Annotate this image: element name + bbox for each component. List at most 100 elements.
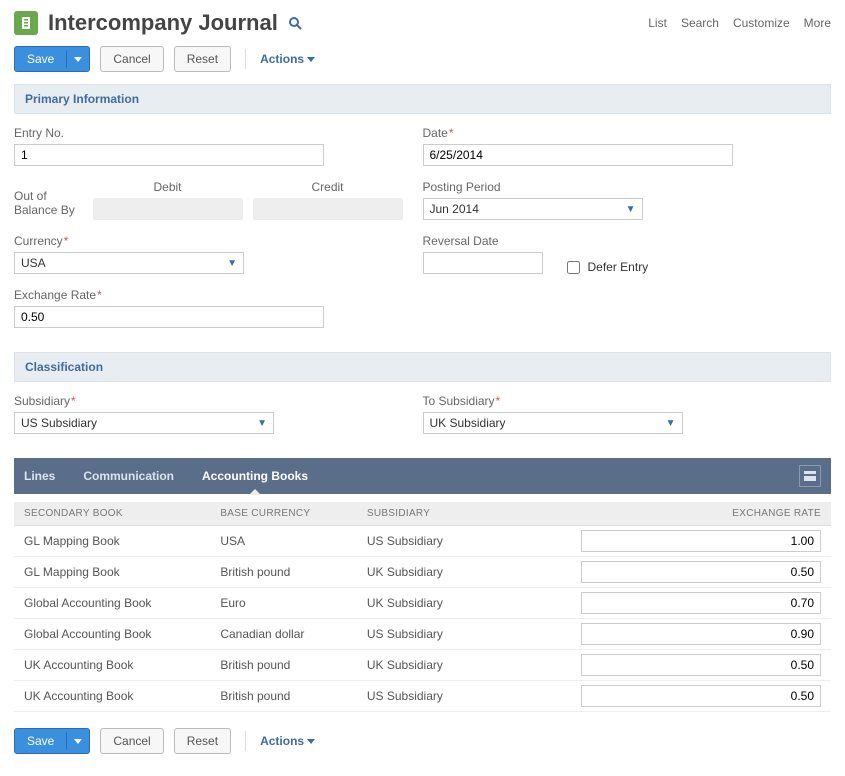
exchange-rate-cell-input[interactable]	[581, 530, 821, 552]
subsidiary-value: US Subsidiary	[21, 416, 97, 430]
cell-currency: British pound	[210, 557, 357, 588]
defer-entry-label: Defer Entry	[588, 260, 649, 274]
reset-button-bottom[interactable]: Reset	[174, 728, 231, 754]
table-row: Global Accounting BookEuroUK Subsidiary	[14, 588, 831, 619]
cell-book: Global Accounting Book	[14, 619, 210, 650]
toolbar-top: Save Cancel Reset Actions	[14, 46, 831, 72]
tab-communication[interactable]: Communication	[83, 458, 174, 494]
date-input[interactable]	[423, 144, 733, 166]
required-star: *	[71, 394, 76, 408]
reset-button[interactable]: Reset	[174, 46, 231, 72]
col-exchange-rate: EXCHANGE RATE	[485, 502, 831, 526]
cell-subsidiary: US Subsidiary	[357, 526, 485, 557]
chevron-down-icon: ▼	[257, 418, 267, 429]
header-links: List Search Customize More	[648, 16, 831, 30]
exchange-rate-label: Exchange Rate	[14, 288, 96, 302]
tab-lines[interactable]: Lines	[24, 458, 55, 494]
save-dropdown-icon[interactable]	[66, 732, 89, 750]
cell-book: UK Accounting Book	[14, 650, 210, 681]
cell-book: GL Mapping Book	[14, 526, 210, 557]
entry-no-input[interactable]	[14, 144, 324, 166]
defer-entry-checkbox[interactable]	[567, 261, 580, 274]
header-link-search[interactable]: Search	[681, 16, 719, 30]
subsidiary-label: Subsidiary	[14, 394, 70, 408]
to-subsidiary-select[interactable]: UK Subsidiary ▼	[423, 412, 683, 434]
cell-subsidiary: US Subsidiary	[357, 681, 485, 712]
chevron-down-icon	[307, 55, 315, 63]
reversal-date-label: Reversal Date	[423, 234, 543, 248]
reversal-date-input[interactable]	[423, 252, 543, 274]
header-link-list[interactable]: List	[648, 16, 667, 30]
page-title: Intercompany Journal	[48, 10, 278, 36]
debit-value	[93, 198, 243, 220]
cancel-button-bottom[interactable]: Cancel	[100, 728, 163, 754]
cancel-button[interactable]: Cancel	[100, 46, 163, 72]
save-button-label: Save	[15, 47, 66, 71]
cell-subsidiary: UK Subsidiary	[357, 650, 485, 681]
table-row: GL Mapping BookBritish poundUK Subsidiar…	[14, 557, 831, 588]
cell-subsidiary: US Subsidiary	[357, 619, 485, 650]
credit-value	[253, 198, 403, 220]
section-classification: Classification	[14, 352, 831, 382]
cell-book: Global Accounting Book	[14, 588, 210, 619]
to-subsidiary-value: UK Subsidiary	[430, 416, 506, 430]
cell-currency: Euro	[210, 588, 357, 619]
cell-currency: USA	[210, 526, 357, 557]
toolbar-divider	[245, 49, 246, 69]
required-star: *	[97, 288, 102, 302]
required-star: *	[64, 234, 69, 248]
accounting-books-table: SECONDARY BOOK BASE CURRENCY SUBSIDIARY …	[14, 502, 831, 712]
exchange-rate-cell-input[interactable]	[581, 592, 821, 614]
cell-currency: Canadian dollar	[210, 619, 357, 650]
entry-no-label: Entry No.	[14, 126, 403, 140]
date-label: Date	[423, 126, 448, 140]
required-star: *	[449, 126, 454, 140]
toolbar-divider	[245, 731, 246, 751]
header-link-customize[interactable]: Customize	[733, 16, 790, 30]
search-icon[interactable]	[288, 16, 302, 30]
subsidiary-select[interactable]: US Subsidiary ▼	[14, 412, 274, 434]
actions-label: Actions	[260, 734, 304, 748]
journal-icon	[14, 11, 38, 35]
exchange-rate-cell-input[interactable]	[581, 561, 821, 583]
chevron-down-icon: ▼	[227, 258, 237, 269]
save-dropdown-icon[interactable]	[66, 50, 89, 68]
debit-label: Debit	[93, 180, 243, 194]
cell-subsidiary: UK Subsidiary	[357, 588, 485, 619]
chevron-down-icon: ▼	[666, 418, 676, 429]
expand-panel-icon[interactable]	[799, 465, 821, 487]
to-subsidiary-label: To Subsidiary	[423, 394, 495, 408]
defer-entry-checkbox-row[interactable]: Defer Entry	[567, 260, 649, 274]
posting-period-value: Jun 2014	[430, 202, 479, 216]
actions-menu[interactable]: Actions	[260, 52, 315, 66]
exchange-rate-cell-input[interactable]	[581, 685, 821, 707]
actions-menu-bottom[interactable]: Actions	[260, 734, 315, 748]
currency-label: Currency	[14, 234, 63, 248]
tab-bar: Lines Communication Accounting Books	[14, 458, 831, 494]
posting-period-select[interactable]: Jun 2014 ▼	[423, 198, 643, 220]
out-of-balance-label: Out of Balance By	[14, 189, 83, 217]
cell-book: UK Accounting Book	[14, 681, 210, 712]
table-row: UK Accounting BookBritish poundUS Subsid…	[14, 681, 831, 712]
table-row: GL Mapping BookUSAUS Subsidiary	[14, 526, 831, 557]
currency-select[interactable]: USA ▼	[14, 252, 244, 274]
save-button[interactable]: Save	[14, 46, 90, 72]
exchange-rate-input[interactable]	[14, 306, 324, 328]
table-row: UK Accounting BookBritish poundUK Subsid…	[14, 650, 831, 681]
tab-accounting-books[interactable]: Accounting Books	[202, 458, 308, 494]
col-base-currency: BASE CURRENCY	[210, 502, 357, 526]
currency-value: USA	[21, 256, 46, 270]
chevron-down-icon: ▼	[626, 204, 636, 215]
required-star: *	[496, 394, 501, 408]
toolbar-bottom: Save Cancel Reset Actions	[14, 728, 831, 754]
header-link-more[interactable]: More	[804, 16, 831, 30]
save-button-label: Save	[15, 729, 66, 753]
actions-label: Actions	[260, 52, 304, 66]
exchange-rate-cell-input[interactable]	[581, 654, 821, 676]
section-primary-information: Primary Information	[14, 84, 831, 114]
save-button-bottom[interactable]: Save	[14, 728, 90, 754]
cell-book: GL Mapping Book	[14, 557, 210, 588]
table-row: Global Accounting BookCanadian dollarUS …	[14, 619, 831, 650]
posting-period-label: Posting Period	[423, 180, 812, 194]
exchange-rate-cell-input[interactable]	[581, 623, 821, 645]
